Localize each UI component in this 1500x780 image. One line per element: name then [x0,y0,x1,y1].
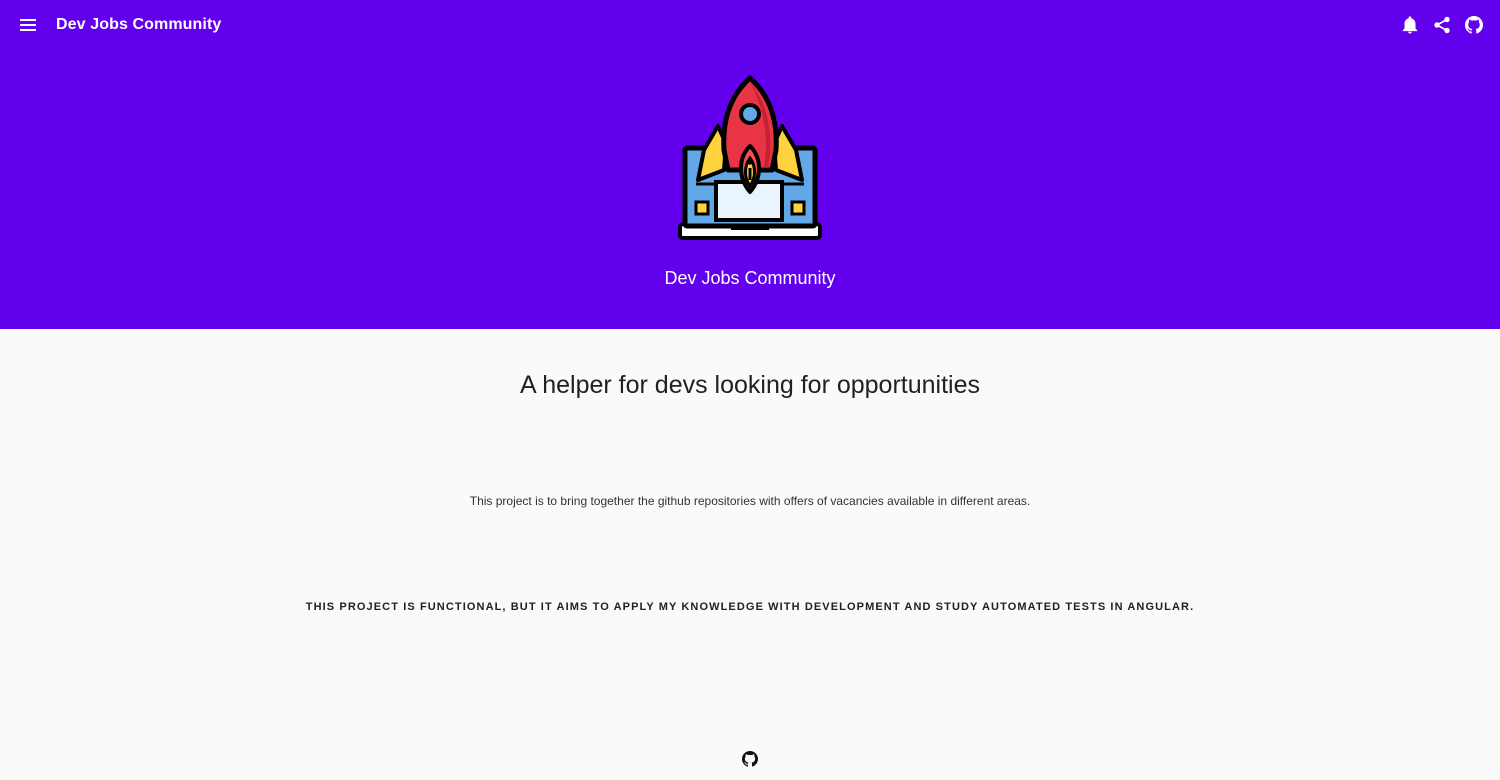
app-title[interactable]: Dev Jobs Community [56,14,221,36]
bell-icon[interactable] [1398,13,1422,37]
rocket-laptop-logo [676,74,824,244]
hero-title: Dev Jobs Community [664,268,836,288]
page-headline: A helper for devs looking for opportunit… [520,371,980,399]
top-app-bar: Dev Jobs Community [0,0,1500,50]
project-description: This project is to bring together the gi… [469,494,1031,508]
hero-banner: Dev Jobs Community [0,50,1500,329]
github-icon[interactable] [740,749,760,769]
menu-icon[interactable] [16,13,40,37]
toolbar-actions [1398,13,1486,37]
project-notice: This project is functional, but it aims … [305,601,1195,613]
github-icon[interactable] [1462,13,1486,37]
share-icon[interactable] [1430,13,1454,37]
